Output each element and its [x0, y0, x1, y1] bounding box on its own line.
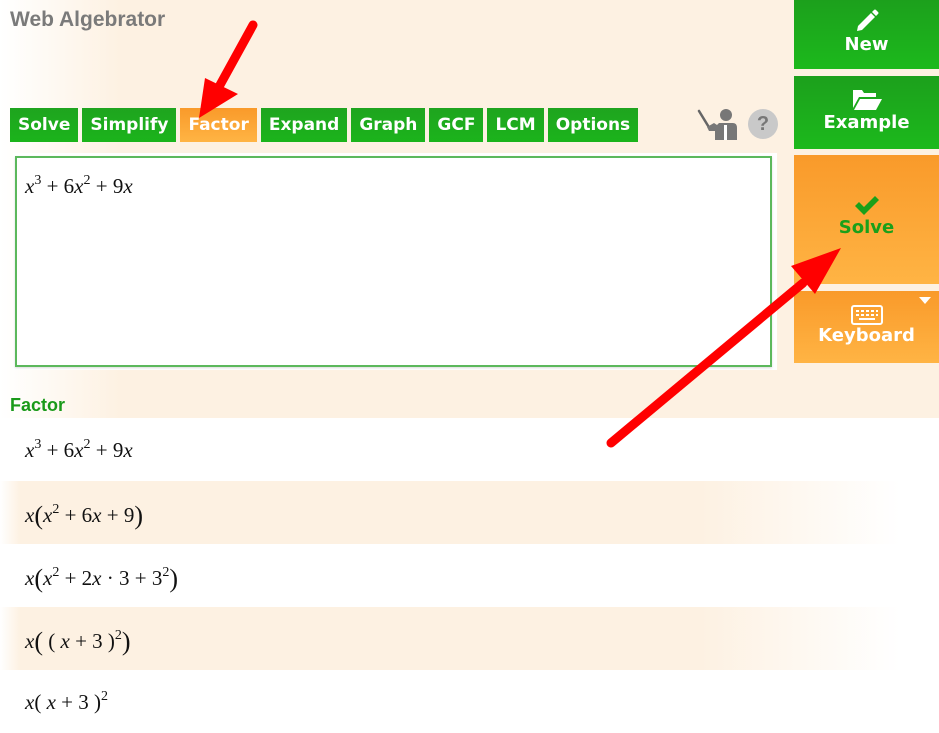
pencil-icon	[856, 9, 878, 31]
result-step: x3 + 6x2 + 9x	[0, 418, 939, 481]
tab-simplify[interactable]: Simplify	[82, 108, 177, 142]
tab-gcf[interactable]: GCF	[429, 108, 484, 142]
result-step: x( x + 3 )2	[0, 670, 939, 733]
app-title: Web Algebrator	[10, 8, 166, 31]
teacher-icon[interactable]	[697, 107, 739, 141]
expression-editor[interactable]: x3 + 6x2 + 9x	[15, 156, 772, 367]
example-button-label: Example	[823, 112, 910, 133]
keyboard-button-label: Keyboard	[818, 325, 915, 346]
solve-button-label: Solve	[838, 217, 895, 238]
step-expression: x( x + 3 )2	[25, 689, 108, 715]
help-icon[interactable]: ?	[748, 109, 778, 139]
result-step: x(x2 + 6x + 9)	[0, 481, 939, 544]
tab-graph[interactable]: Graph	[351, 108, 426, 142]
tab-factor[interactable]: Factor	[180, 108, 257, 142]
editor-container: x3 + 6x2 + 9x	[13, 153, 777, 370]
tab-bar: Solve Simplify Factor Expand Graph GCF L…	[10, 108, 639, 142]
result-step: x( ( x + 3 )2)	[0, 607, 939, 670]
tab-lcm[interactable]: LCM	[487, 108, 544, 142]
keyboard-icon	[850, 305, 883, 325]
tab-expand[interactable]: Expand	[260, 108, 348, 142]
result-steps: x3 + 6x2 + 9x x(x2 + 6x + 9) x(x2 + 2x ·…	[0, 418, 939, 733]
keyboard-button[interactable]: Keyboard	[794, 291, 939, 363]
dropdown-caret-icon[interactable]	[919, 297, 931, 304]
step-expression: x(x2 + 2x · 3 + 32)	[25, 564, 179, 593]
step-expression: x(x2 + 6x + 9)	[25, 501, 144, 530]
result-section-title: Factor	[10, 395, 66, 415]
checkmark-icon	[854, 196, 879, 215]
example-button[interactable]: Example	[794, 76, 939, 149]
result-step: x(x2 + 2x · 3 + 32)	[0, 544, 939, 607]
step-expression: x3 + 6x2 + 9x	[25, 437, 133, 463]
new-button-label: New	[844, 34, 889, 55]
tab-solve[interactable]: Solve	[10, 108, 79, 142]
editor-expression: x3 + 6x2 + 9x	[25, 173, 133, 199]
folder-open-icon	[852, 90, 882, 110]
solve-button[interactable]: Solve	[794, 155, 939, 284]
tab-options[interactable]: Options	[547, 108, 639, 142]
new-button[interactable]: New	[794, 0, 939, 69]
step-expression: x( ( x + 3 )2)	[25, 627, 131, 656]
